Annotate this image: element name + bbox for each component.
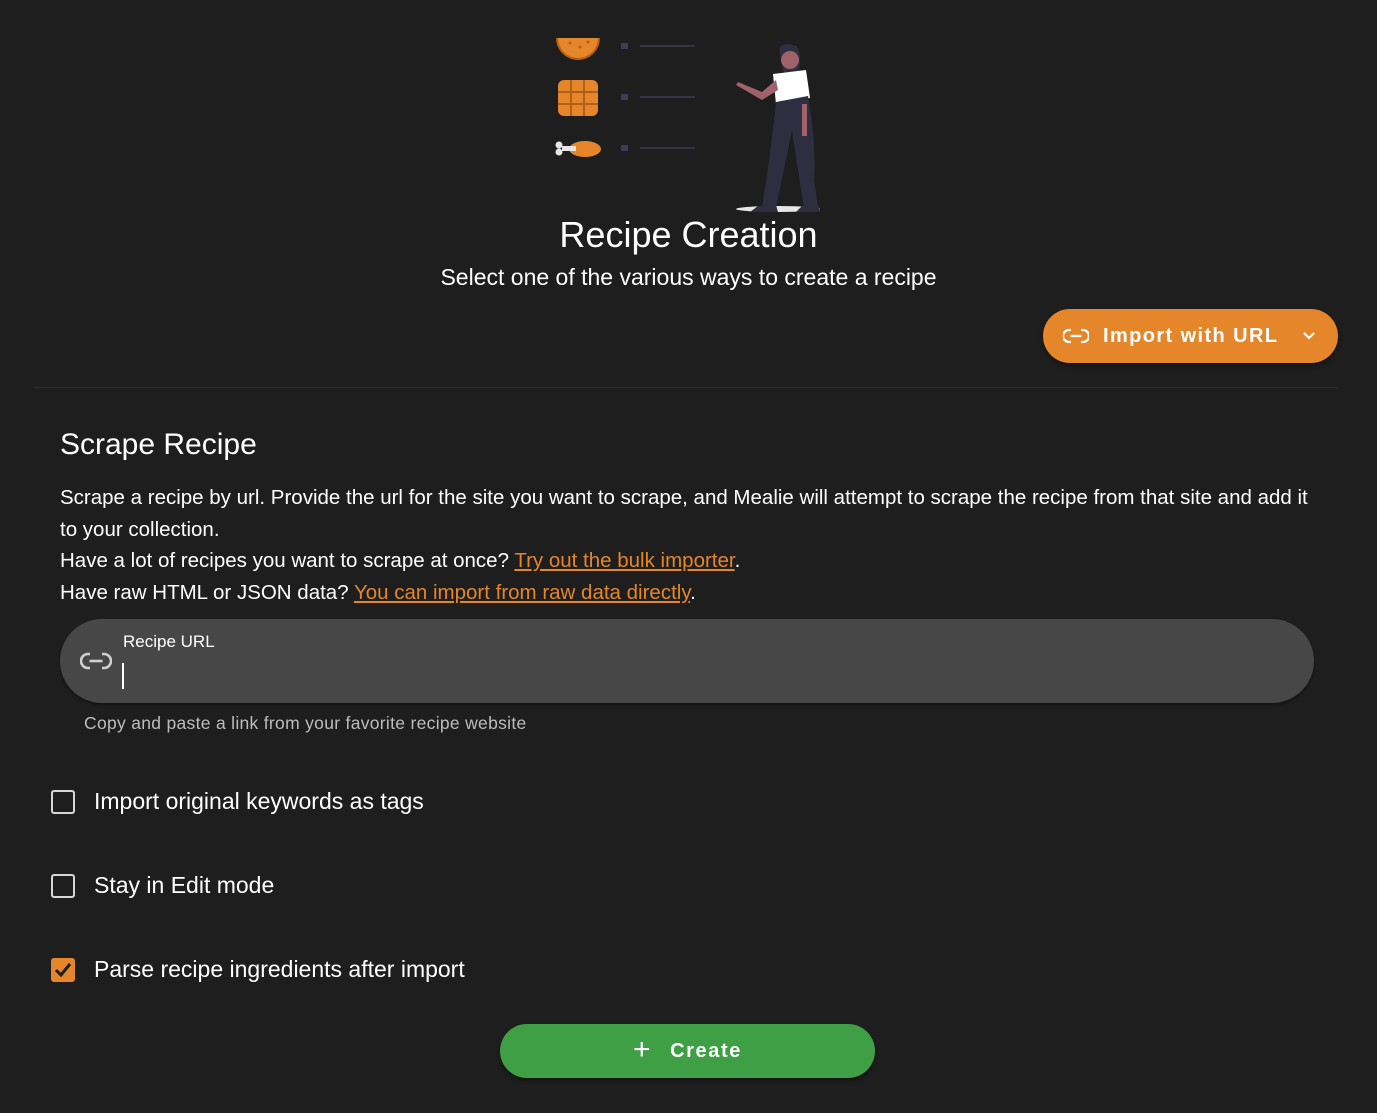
section-title: Scrape Recipe (60, 428, 257, 461)
raw-import-line: Have raw HTML or JSON data? You can impo… (60, 577, 1320, 609)
plus-icon: + (633, 1032, 653, 1066)
link-icon (1063, 328, 1089, 344)
bulk-period: . (734, 549, 741, 572)
raw-period: . (690, 580, 696, 604)
recipe-url-field[interactable]: Recipe URL (60, 619, 1314, 703)
scrape-description: Scrape a recipe by url. Provide the url … (60, 482, 1320, 608)
page-title: Recipe Creation (559, 214, 818, 255)
import-method-menu-button[interactable]: Import with URL (1043, 309, 1338, 363)
checkbox-label: Import original keywords as tags (94, 788, 424, 814)
create-button-label: Create (670, 1039, 742, 1062)
chevron-down-icon (1303, 332, 1315, 340)
recipe-url-hint: Copy and paste a link from your favorite… (84, 713, 527, 733)
scrape-description-text: Scrape a recipe by url. Provide the url … (60, 486, 1308, 541)
recipe-illustration (555, 37, 820, 212)
checkbox-label: Parse recipe ingredients after import (94, 956, 465, 982)
page-subtitle: Select one of the various ways to create… (440, 264, 937, 290)
bulk-import-prompt: Have a lot of recipes you want to scrape… (60, 549, 515, 572)
section-divider (34, 387, 1338, 388)
parse-ingredients-checkbox[interactable]: Parse recipe ingredients after import (51, 956, 465, 983)
checkbox-box[interactable] (51, 957, 75, 982)
recipe-url-label: Recipe URL (123, 632, 215, 651)
checkbox-box[interactable] (51, 873, 75, 898)
link-icon (80, 652, 112, 670)
bulk-importer-link[interactable]: Try out the bulk importer (514, 549, 734, 572)
checkbox-box[interactable] (51, 789, 75, 814)
raw-data-import-link[interactable]: You can import from raw data directly (354, 581, 690, 604)
raw-import-prompt: Have raw HTML or JSON data? (60, 580, 354, 604)
recipe-creation-page: Recipe Creation Select one of the variou… (0, 0, 1377, 1113)
create-button[interactable]: + Create (500, 1024, 875, 1078)
stay-in-edit-mode-checkbox[interactable]: Stay in Edit mode (51, 872, 274, 899)
bulk-import-line: Have a lot of recipes you want to scrape… (60, 545, 1320, 577)
import-keywords-checkbox[interactable]: Import original keywords as tags (51, 788, 424, 815)
recipe-url-input[interactable] (122, 661, 1282, 691)
import-method-label: Import with URL (1103, 324, 1279, 347)
checkmark-icon (54, 962, 72, 977)
checkbox-label: Stay in Edit mode (94, 872, 275, 898)
